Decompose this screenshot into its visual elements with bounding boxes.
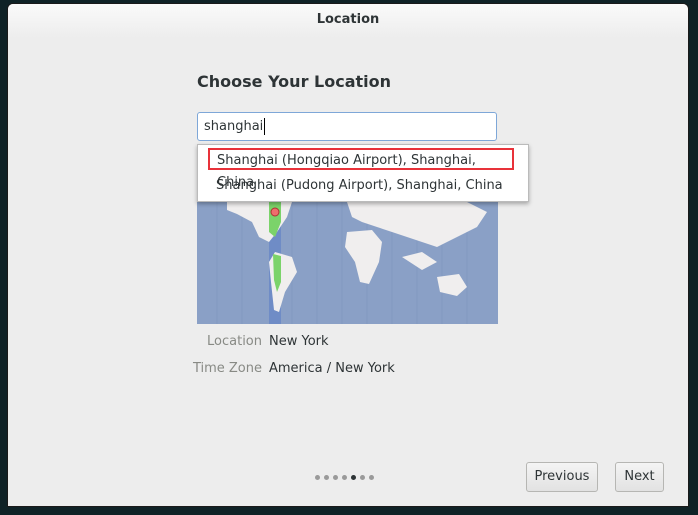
suggestion-item[interactable]: Shanghai (Pudong Airport), Shanghai, Chi… [216,175,503,197]
location-search-input[interactable]: shanghai [197,112,497,141]
page-dot [369,475,374,480]
page-dot [324,475,329,480]
suggestion-item[interactable]: Shanghai (Hongqiao Airport), Shanghai, C… [208,148,514,190]
page-dot [315,475,320,480]
page-dot [342,475,347,480]
setup-window: Location Choose Your Location shanghai S… [8,4,688,506]
previous-button[interactable]: Previous [526,462,598,492]
window-title: Location [8,4,688,38]
location-label: Location [207,334,262,349]
page-dot [360,475,365,480]
next-button[interactable]: Next [615,462,664,492]
page-indicator [315,475,374,480]
timezone-label: Time Zone [192,361,262,376]
timezone-value: America / New York [269,361,395,376]
suggestions-popup: Shanghai (Hongqiao Airport), Shanghai, C… [197,144,529,202]
page-dot-current [351,475,356,480]
text-caret [264,118,266,135]
timezone-map[interactable] [197,192,498,324]
world-map-graphic [216,192,487,324]
location-pin-icon [270,207,280,217]
search-value: shanghai [204,119,264,134]
page-title: Choose Your Location [197,72,392,91]
page-dot [333,475,338,480]
location-value: New York [269,334,329,349]
